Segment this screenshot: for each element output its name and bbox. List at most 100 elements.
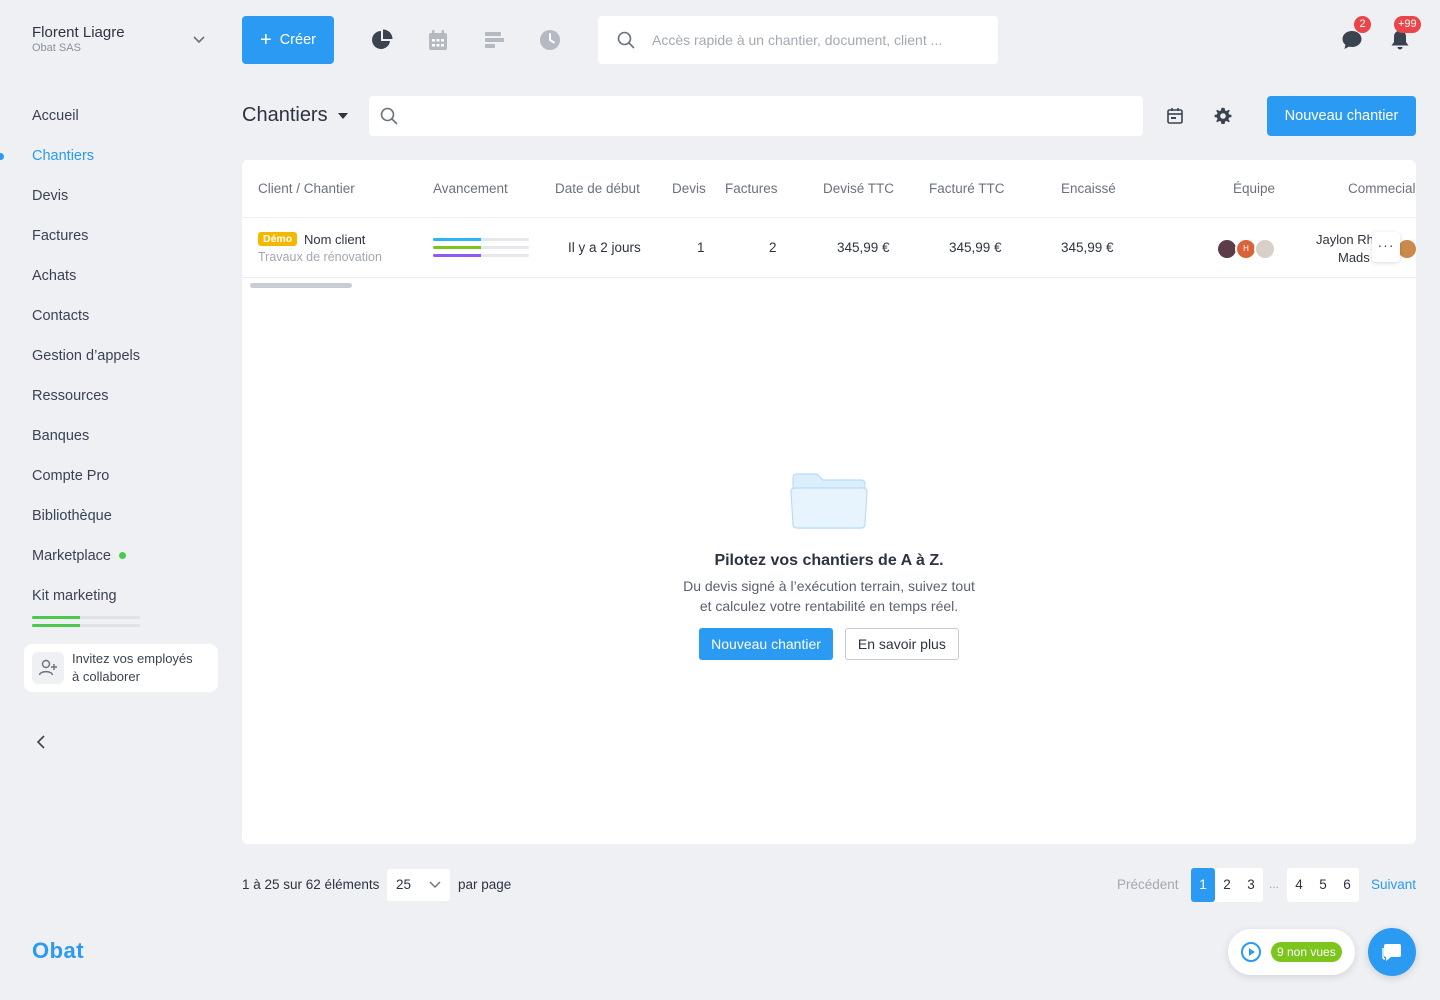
folder-icon <box>790 473 868 529</box>
notifications-badge: +99 <box>1394 16 1421 33</box>
chat-icon <box>1382 944 1401 961</box>
devis-count: 1 <box>697 240 705 255</box>
page-3[interactable]: 3 <box>1239 868 1263 902</box>
progress-fill <box>433 246 481 249</box>
page-5[interactable]: 5 <box>1311 868 1335 902</box>
empty-state: Pilotez vos chantiers de A à Z. Du devis… <box>242 470 1416 660</box>
search-icon <box>380 107 398 125</box>
sidebar-item-ressources[interactable]: Ressources <box>0 376 232 416</box>
sidebar-item-gestion-appels[interactable]: Gestion d’appels <box>0 336 232 376</box>
gear-icon[interactable] <box>1213 106 1233 126</box>
calendar-icon[interactable] <box>426 28 450 52</box>
column-header[interactable]: Avancement <box>433 181 508 196</box>
account-company: Obat SAS <box>32 42 81 54</box>
column-header[interactable]: Facturé TTC <box>929 181 1005 196</box>
progress-bar <box>433 238 529 241</box>
sidebar-item-kit-marketing[interactable]: Kit marketing <box>0 576 232 616</box>
column-header[interactable]: Commecial <box>1348 181 1416 196</box>
page-title: Chantiers <box>242 104 328 126</box>
page-6[interactable]: 6 <box>1335 868 1359 902</box>
sidebar-item-achats[interactable]: Achats <box>0 256 232 296</box>
collapse-sidebar-icon[interactable] <box>32 732 52 752</box>
invite-employees-card[interactable]: Invitez vos employés à collaborer <box>24 644 218 692</box>
devise-ttc: 345,99 € <box>837 240 890 255</box>
column-header[interactable]: Date de début <box>555 181 640 196</box>
table-row[interactable]: Démo Nom client Travaux de rénovation Il… <box>242 218 1416 278</box>
calendar-view-icon[interactable] <box>1165 106 1185 126</box>
support-chat-button[interactable] <box>1368 928 1416 976</box>
column-header[interactable]: Encaissé <box>1061 181 1116 196</box>
page-title-dropdown[interactable]: Chantiers <box>242 104 348 127</box>
kit-marketing-progress <box>32 616 140 632</box>
sidebar-item-contacts[interactable]: Contacts <box>0 296 232 336</box>
sidebar-item-factures[interactable]: Factures <box>0 216 232 256</box>
learn-more-button[interactable]: En savoir plus <box>844 628 959 660</box>
quick-access-search[interactable] <box>598 16 998 64</box>
demo-badge: Démo <box>258 232 298 246</box>
account-name: Florent Liagre <box>32 24 125 41</box>
client-name: Nom client <box>304 232 366 247</box>
sidebar-item-chantiers[interactable]: Chantiers <box>0 136 232 176</box>
start-date: Il y a 2 jours <box>568 240 641 255</box>
avatar <box>1254 238 1276 260</box>
sidebar-item-marketplace[interactable]: Marketplace <box>0 536 232 576</box>
sidebar-item-devis[interactable]: Devis <box>0 176 232 216</box>
account-switcher[interactable]: Florent Liagre Obat SAS <box>32 24 212 54</box>
pagination-ellipsis: ... <box>1269 877 1280 891</box>
column-header[interactable]: Devis <box>672 181 706 196</box>
plus-icon: + <box>260 29 272 51</box>
table-header: Client / Chantier Avancement Date de déb… <box>242 160 1416 218</box>
create-button[interactable]: + Créer <box>242 16 334 64</box>
previous-page[interactable]: Précédent <box>1117 877 1179 892</box>
facture-ttc: 345,99 € <box>949 240 1002 255</box>
empty-state-actions: Nouveau chantier En savoir plus <box>242 628 1416 660</box>
column-header[interactable]: Devisé TTC <box>823 181 894 196</box>
progress-fill <box>433 238 481 241</box>
progress-bar <box>433 246 529 249</box>
gantt-icon[interactable] <box>482 28 506 52</box>
new-chantier-button[interactable]: Nouveau chantier <box>1267 96 1416 136</box>
page-4[interactable]: 4 <box>1287 868 1311 902</box>
sidebar-item-accueil[interactable]: Accueil <box>0 96 232 136</box>
add-user-icon <box>32 652 64 684</box>
sidebar-item-compte-pro[interactable]: Compte Pro <box>0 456 232 496</box>
per-page-select[interactable]: 25 <box>387 869 450 901</box>
chantier-name: Travaux de rénovation <box>258 250 382 264</box>
next-page[interactable]: Suivant <box>1371 877 1416 892</box>
column-header[interactable]: Équipe <box>1233 181 1275 196</box>
chantiers-panel: Client / Chantier Avancement Date de déb… <box>242 160 1416 844</box>
unseen-videos-badge: 9 non vues <box>1271 942 1342 962</box>
chantiers-search-input[interactable] <box>413 96 1133 136</box>
status-dot <box>118 551 126 559</box>
sidebar-item-bibliotheque[interactable]: Bibliothèque <box>0 496 232 536</box>
play-icon <box>1241 942 1261 962</box>
caret-down-icon <box>337 112 348 119</box>
commercial-name-line2: Mads <box>1338 250 1370 265</box>
page-1[interactable]: 1 <box>1191 868 1215 902</box>
sidebar-item-banques[interactable]: Banques <box>0 416 232 456</box>
new-chantier-empty-button[interactable]: Nouveau chantier <box>699 628 833 660</box>
notifications-button[interactable]: +99 <box>1388 16 1421 52</box>
obat-logo[interactable]: Obat <box>32 938 84 964</box>
column-header[interactable]: Factures <box>725 181 778 196</box>
empty-state-title: Pilotez vos chantiers de A à Z. <box>714 552 944 569</box>
messages-badge: 2 <box>1354 16 1371 33</box>
quick-access-input[interactable] <box>652 16 982 64</box>
per-page-label: par page <box>458 877 512 892</box>
page-2[interactable]: 2 <box>1215 868 1239 902</box>
progress-fill <box>32 624 80 627</box>
search-icon <box>617 31 635 49</box>
chevron-down-icon <box>429 881 441 888</box>
chevron-down-icon <box>193 36 205 44</box>
chart-pie-icon[interactable] <box>370 28 394 52</box>
horizontal-scrollbar[interactable] <box>250 283 352 288</box>
invite-text: Invitez vos employés à collaborer <box>72 651 193 684</box>
column-header[interactable]: Client / Chantier <box>258 181 355 196</box>
messages-button[interactable]: 2 <box>1340 16 1371 52</box>
progress-fill <box>32 616 80 619</box>
video-tutorials-widget[interactable]: 9 non vues <box>1228 929 1355 975</box>
row-actions-button[interactable]: ··· <box>1372 232 1400 262</box>
factures-count: 2 <box>769 240 777 255</box>
clock-icon[interactable] <box>538 28 562 52</box>
chantiers-search[interactable] <box>369 96 1143 136</box>
